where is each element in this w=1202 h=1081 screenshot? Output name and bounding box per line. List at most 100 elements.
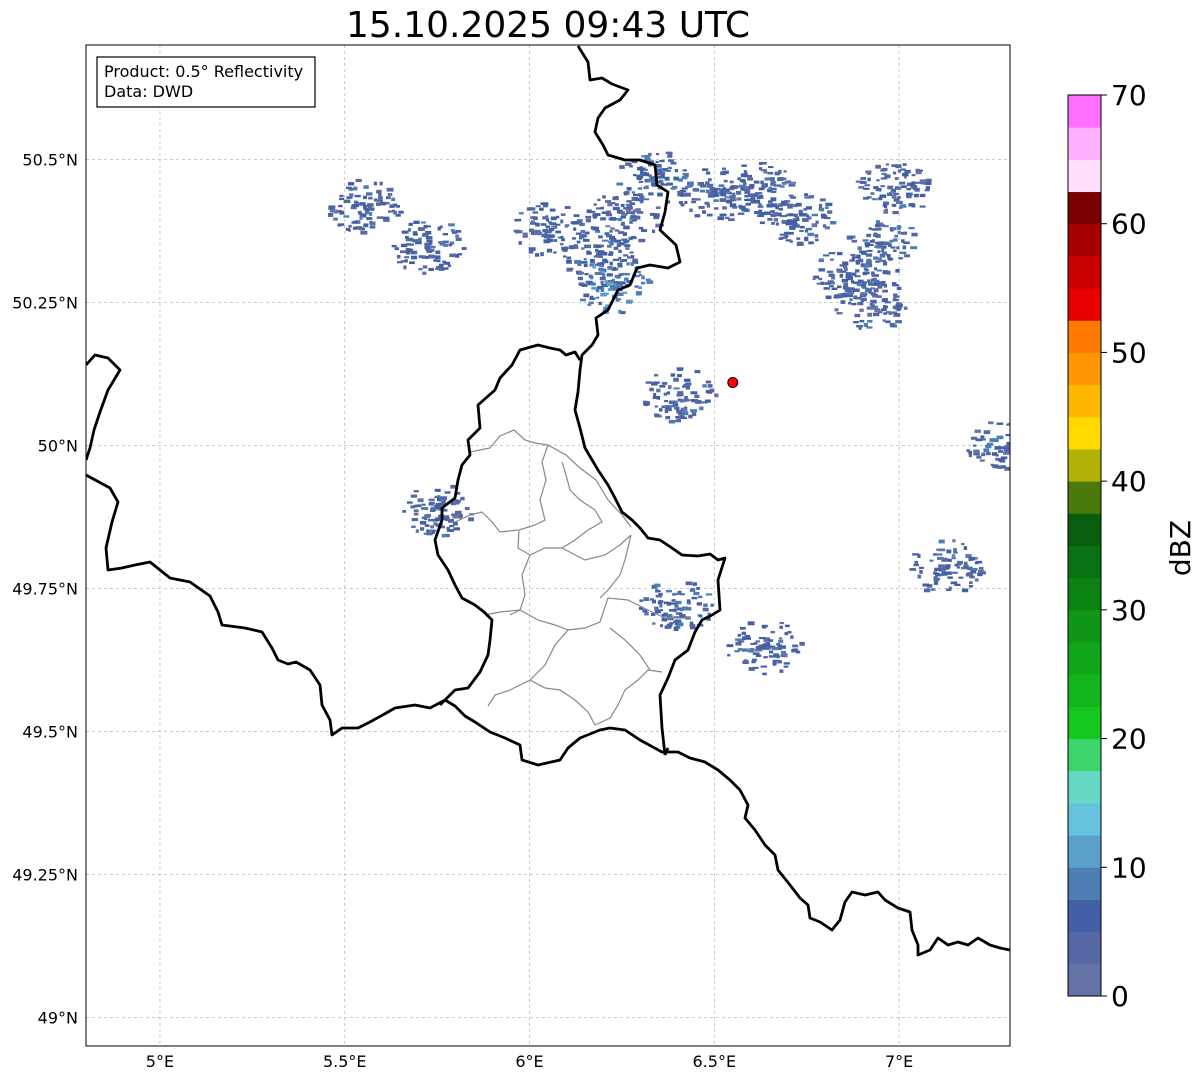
echo-pixel — [872, 277, 877, 281]
echo-pixel — [608, 253, 614, 256]
colorbar-segment — [1068, 416, 1101, 450]
echo-pixel — [875, 164, 881, 169]
lon-tick-label: 6.5°E — [693, 1052, 737, 1071]
echo-pixel — [753, 199, 761, 204]
echo-pixel — [760, 644, 765, 648]
echo-pixel — [885, 320, 891, 324]
echo-pixel — [366, 192, 373, 196]
echo-pixel — [978, 569, 985, 574]
echo-pixel — [963, 561, 968, 566]
echo-pixel — [873, 312, 880, 317]
echo-pixel — [956, 566, 960, 569]
echo-pixel — [799, 229, 804, 233]
echo-pixel — [636, 175, 641, 178]
echo-pixel — [870, 287, 875, 290]
echo-pixel — [609, 230, 613, 233]
echo-pixel — [573, 244, 578, 248]
echo-pixel — [532, 211, 539, 214]
echo-pixel — [643, 402, 648, 407]
echo-pixel — [659, 603, 663, 608]
echo-pixel — [601, 239, 609, 242]
echo-pixel — [642, 172, 650, 177]
echo-pixel — [863, 187, 870, 190]
echo-pixel — [411, 518, 419, 522]
echo-pixel — [684, 192, 691, 197]
echo-pixel — [639, 168, 644, 172]
echo-pixel — [945, 571, 952, 575]
echo-pixel — [926, 182, 932, 186]
echo-pixel — [887, 185, 894, 190]
echo-pixel — [785, 222, 792, 226]
echo-pixel — [785, 234, 789, 238]
echo-pixel — [781, 219, 787, 223]
echo-pixel — [682, 411, 689, 416]
echo-pixel — [439, 242, 446, 246]
echo-pixel — [880, 185, 885, 188]
echo-pixel — [914, 193, 919, 198]
echo-pixel — [879, 253, 886, 258]
echo-pixel — [1015, 467, 1019, 470]
echo-pixel — [860, 177, 867, 180]
echo-pixel — [703, 603, 708, 608]
echo-pixel — [685, 387, 691, 390]
echo-pixel — [728, 218, 735, 222]
echo-pixel — [867, 279, 871, 283]
echo-pixel — [349, 193, 354, 197]
echo-pixel — [896, 308, 901, 311]
echo-pixel — [658, 408, 663, 412]
lon-tick-label: 6°E — [515, 1052, 543, 1071]
echo-pixel — [894, 187, 902, 190]
echo-pixel — [545, 215, 549, 220]
echo-pixel — [784, 624, 790, 628]
echo-pixel — [958, 576, 964, 579]
echo-pixel — [869, 239, 875, 243]
echo-pixel — [373, 181, 377, 186]
echo-pixel — [345, 227, 351, 231]
echo-pixel — [818, 268, 826, 272]
echo-pixel — [428, 267, 434, 272]
echo-pixel — [911, 174, 916, 177]
echo-pixel — [656, 395, 661, 400]
echo-pixel — [547, 221, 552, 224]
echo-pixel — [747, 621, 755, 626]
echo-pixel — [540, 252, 544, 257]
echo-pixel — [513, 229, 520, 233]
echo-pixel — [639, 599, 644, 603]
echo-pixel — [633, 173, 637, 177]
echo-pixel — [645, 278, 651, 281]
echo-pixel — [781, 182, 787, 185]
echo-pixel — [442, 233, 449, 236]
echo-pixel — [611, 268, 617, 271]
echo-pixel — [598, 267, 605, 272]
echo-pixel — [900, 231, 907, 235]
echo-pixel — [616, 182, 624, 186]
echo-pixel — [778, 646, 783, 649]
echo-pixel — [388, 210, 392, 213]
echo-pixel — [426, 239, 433, 243]
echo-pixel — [1023, 452, 1027, 455]
echo-pixel — [535, 222, 540, 227]
echo-pixel — [743, 169, 747, 174]
echo-pixel — [418, 268, 423, 271]
echo-pixel — [574, 259, 581, 264]
echo-pixel — [972, 444, 977, 447]
echo-pixel — [402, 510, 407, 513]
colorbar-segment — [1068, 288, 1101, 321]
lon-tick-label: 5°E — [146, 1052, 174, 1071]
echo-pixel — [425, 256, 429, 259]
echo-pixel — [573, 214, 580, 217]
echo-pixel — [729, 213, 735, 217]
echo-pixel — [567, 256, 572, 260]
echo-pixel — [584, 231, 590, 235]
echo-pixel — [1028, 448, 1034, 451]
echo-pixel — [1014, 420, 1019, 423]
echo-pixel — [727, 654, 731, 657]
echo-pixel — [580, 229, 586, 234]
echo-pixel — [698, 205, 705, 209]
echo-pixel — [421, 516, 427, 520]
echo-pixel — [867, 320, 873, 323]
echo-pixel — [855, 260, 860, 263]
echo-pixel — [818, 207, 825, 211]
echo-pixel — [792, 222, 797, 227]
echo-pixel — [656, 388, 661, 393]
